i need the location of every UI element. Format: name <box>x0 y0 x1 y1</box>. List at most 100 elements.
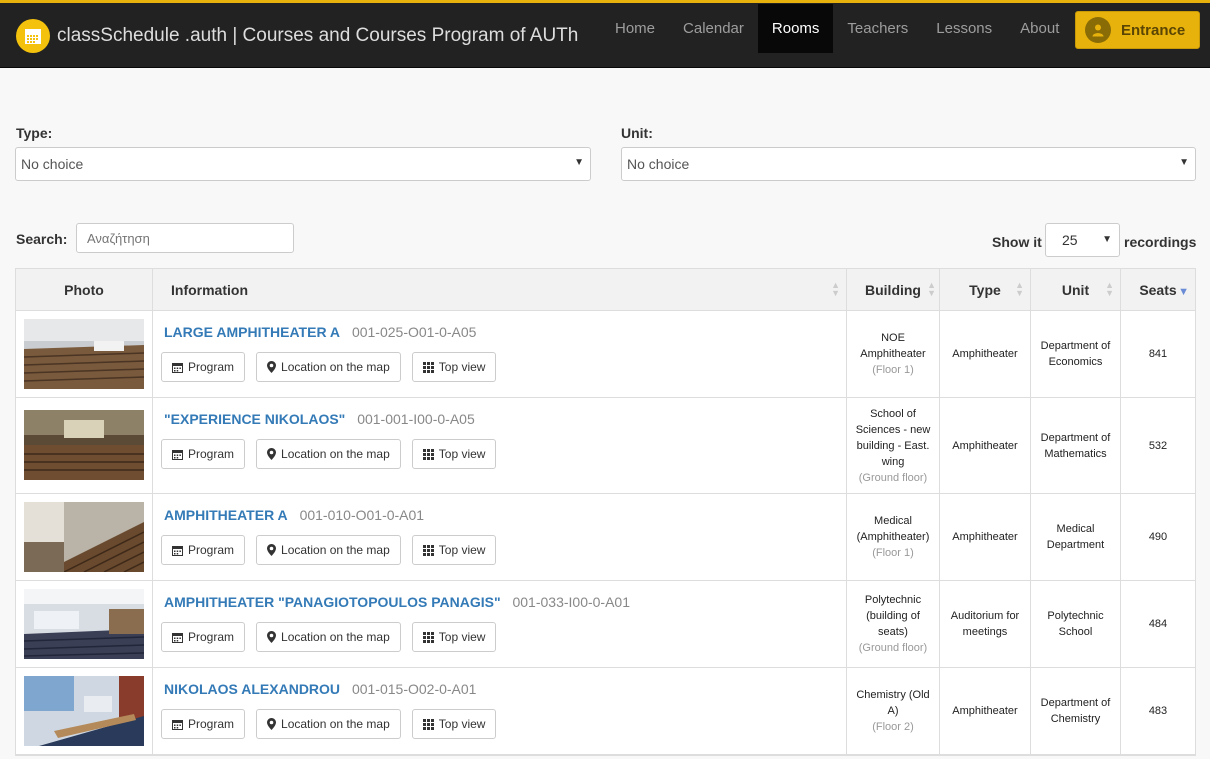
nav-teachers[interactable]: Teachers <box>833 4 922 53</box>
show-label: Show it <box>992 234 1042 250</box>
unit-cell: Medical Department <box>1031 494 1121 580</box>
room-actions: Program Location on the map Top view <box>161 622 507 652</box>
room-title: AMPHITHEATER A 001-010-O01-0-A01 <box>164 507 424 523</box>
type-select[interactable]: No choice ▼ <box>15 147 591 181</box>
sort-icon: ▲ ▼ <box>1015 280 1024 298</box>
program-button[interactable]: Program <box>161 439 246 469</box>
col-type[interactable]: Type ▲ ▼ <box>940 269 1031 310</box>
top-view-label: Top view <box>438 447 486 461</box>
nav-calendar[interactable]: Calendar <box>669 4 758 53</box>
page-length-select[interactable]: 25 ▼ <box>1045 223 1120 257</box>
room-photo[interactable] <box>24 589 144 659</box>
map-button[interactable]: Location on the map <box>256 622 401 652</box>
grid-icon <box>422 631 434 643</box>
map-marker-icon <box>267 544 277 556</box>
program-label: Program <box>188 543 235 557</box>
nav-about[interactable]: About <box>1006 4 1073 53</box>
col-seats-label: Seats <box>1139 281 1177 298</box>
map-marker-icon <box>267 631 277 643</box>
main-nav: Home Calendar Rooms Teachers Lessons Abo… <box>601 4 1073 53</box>
brand[interactable]: classSchedule .auth | Courses and Course… <box>16 18 578 54</box>
room-title: LARGE AMPHITHEATER A 001-025-O01-0-A05 <box>164 324 476 340</box>
room-code: 001-025-O01-0-A05 <box>351 324 477 340</box>
room-actions: Program Location on the map Top view <box>161 535 507 565</box>
floor-label: (Ground floor) <box>858 471 928 484</box>
info-cell: AMPHITHEATER A 001-010-O01-0-A01 Program… <box>153 494 847 580</box>
nav-home[interactable]: Home <box>601 4 669 53</box>
type-cell: Amphitheater <box>940 668 1031 754</box>
room-code: 001-033-I00-0-A01 <box>512 594 631 610</box>
table-header: Photo Information ▲ ▼ Building ▲ ▼ Type ▲ ▼… <box>16 269 1195 311</box>
type-filter-label: Type: <box>16 125 53 141</box>
map-button[interactable]: Location on the map <box>256 352 401 382</box>
room-photo[interactable] <box>24 410 144 480</box>
building-cell: NOE Amphitheater (Floor 1) <box>847 311 940 397</box>
entrance-label: Entrance <box>1121 21 1186 39</box>
room-name-link[interactable]: "EXPERIENCE NIKOLAOS" <box>164 411 345 427</box>
top-view-button[interactable]: Top view <box>411 535 497 565</box>
building-cell: Medical (Amphitheater) (Floor 1) <box>847 494 940 580</box>
building-cell: School of Sciences - new building - East… <box>847 398 940 493</box>
program-button[interactable]: Program <box>161 535 246 565</box>
room-name-link[interactable]: AMPHITHEATER A <box>164 507 288 523</box>
col-information[interactable]: Information ▲ ▼ <box>153 269 847 310</box>
room-photo[interactable] <box>24 676 144 746</box>
building-name: Polytechnic (building of seats) <box>864 594 922 638</box>
map-button[interactable]: Location on the map <box>256 709 401 739</box>
calendar-icon <box>16 19 50 53</box>
room-photo[interactable] <box>24 319 144 389</box>
map-marker-icon <box>267 448 277 460</box>
navbar: classSchedule .auth | Courses and Course… <box>0 0 1210 68</box>
photo-cell <box>16 494 153 580</box>
nav-rooms[interactable]: Rooms <box>757 4 834 53</box>
map-label: Location on the map <box>281 360 390 374</box>
program-button[interactable]: Program <box>161 352 246 382</box>
floor-label: (Floor 1) <box>872 547 914 559</box>
room-photo[interactable] <box>24 502 144 572</box>
program-button[interactable]: Program <box>161 622 246 652</box>
col-building[interactable]: Building ▲ ▼ <box>847 269 940 310</box>
top-view-label: Top view <box>438 717 486 731</box>
unit-cell: Department of Mathematics <box>1031 398 1121 493</box>
floor-label: (Floor 2) <box>872 721 914 733</box>
room-name-link[interactable]: LARGE AMPHITHEATER A <box>164 324 340 340</box>
col-information-label: Information <box>171 281 248 298</box>
top-view-button[interactable]: Top view <box>411 352 497 382</box>
unit-select-value: No choice <box>627 156 690 172</box>
map-label: Location on the map <box>281 543 390 557</box>
calendar-icon <box>172 632 183 643</box>
room-name-link[interactable]: AMPHITHEATER "PANAGIOTOPOULOS PANAGIS" <box>164 594 501 610</box>
building-cell: Chemistry (Old A) (Floor 2) <box>847 668 940 754</box>
seats-cell: 483 <box>1148 705 1168 717</box>
col-seats[interactable]: Seats ▼ <box>1121 269 1195 310</box>
type-cell: Amphitheater <box>940 311 1031 397</box>
room-name-link[interactable]: NIKOLAOS ALEXANDROU <box>164 681 340 697</box>
photo-cell <box>16 398 153 493</box>
map-button[interactable]: Location on the map <box>256 535 401 565</box>
col-unit[interactable]: Unit ▲ ▼ <box>1031 269 1121 310</box>
top-view-button[interactable]: Top view <box>411 622 497 652</box>
calendar-icon <box>172 449 183 460</box>
unit-select[interactable]: No choice ▼ <box>621 147 1196 181</box>
search-input[interactable] <box>76 223 294 253</box>
photo-cell <box>16 311 153 397</box>
calendar-icon <box>172 362 183 373</box>
floor-label: (Ground floor) <box>858 642 928 654</box>
recordings-label: recordings <box>1124 234 1197 250</box>
map-button[interactable]: Location on the map <box>256 439 401 469</box>
type-select-value: No choice <box>21 156 84 172</box>
seats-cell: 532 <box>1148 439 1168 452</box>
rooms-table: Photo Information ▲ ▼ Building ▲ ▼ Type ▲ ▼… <box>15 268 1196 756</box>
floor-label: (Floor 1) <box>872 364 914 376</box>
room-actions: Program Location on the map Top view <box>161 439 507 469</box>
program-label: Program <box>188 447 235 461</box>
sort-desc-icon: ▼ <box>1178 286 1189 298</box>
table-row: LARGE AMPHITHEATER A 001-025-O01-0-A05 P… <box>16 311 1195 398</box>
entrance-button[interactable]: Entrance <box>1075 11 1200 49</box>
page-length-value: 25 <box>1062 232 1078 248</box>
top-view-button[interactable]: Top view <box>411 709 497 739</box>
top-view-button[interactable]: Top view <box>411 439 497 469</box>
program-button[interactable]: Program <box>161 709 246 739</box>
nav-lessons[interactable]: Lessons <box>922 4 1006 53</box>
sort-icon: ▲ ▼ <box>831 280 840 298</box>
